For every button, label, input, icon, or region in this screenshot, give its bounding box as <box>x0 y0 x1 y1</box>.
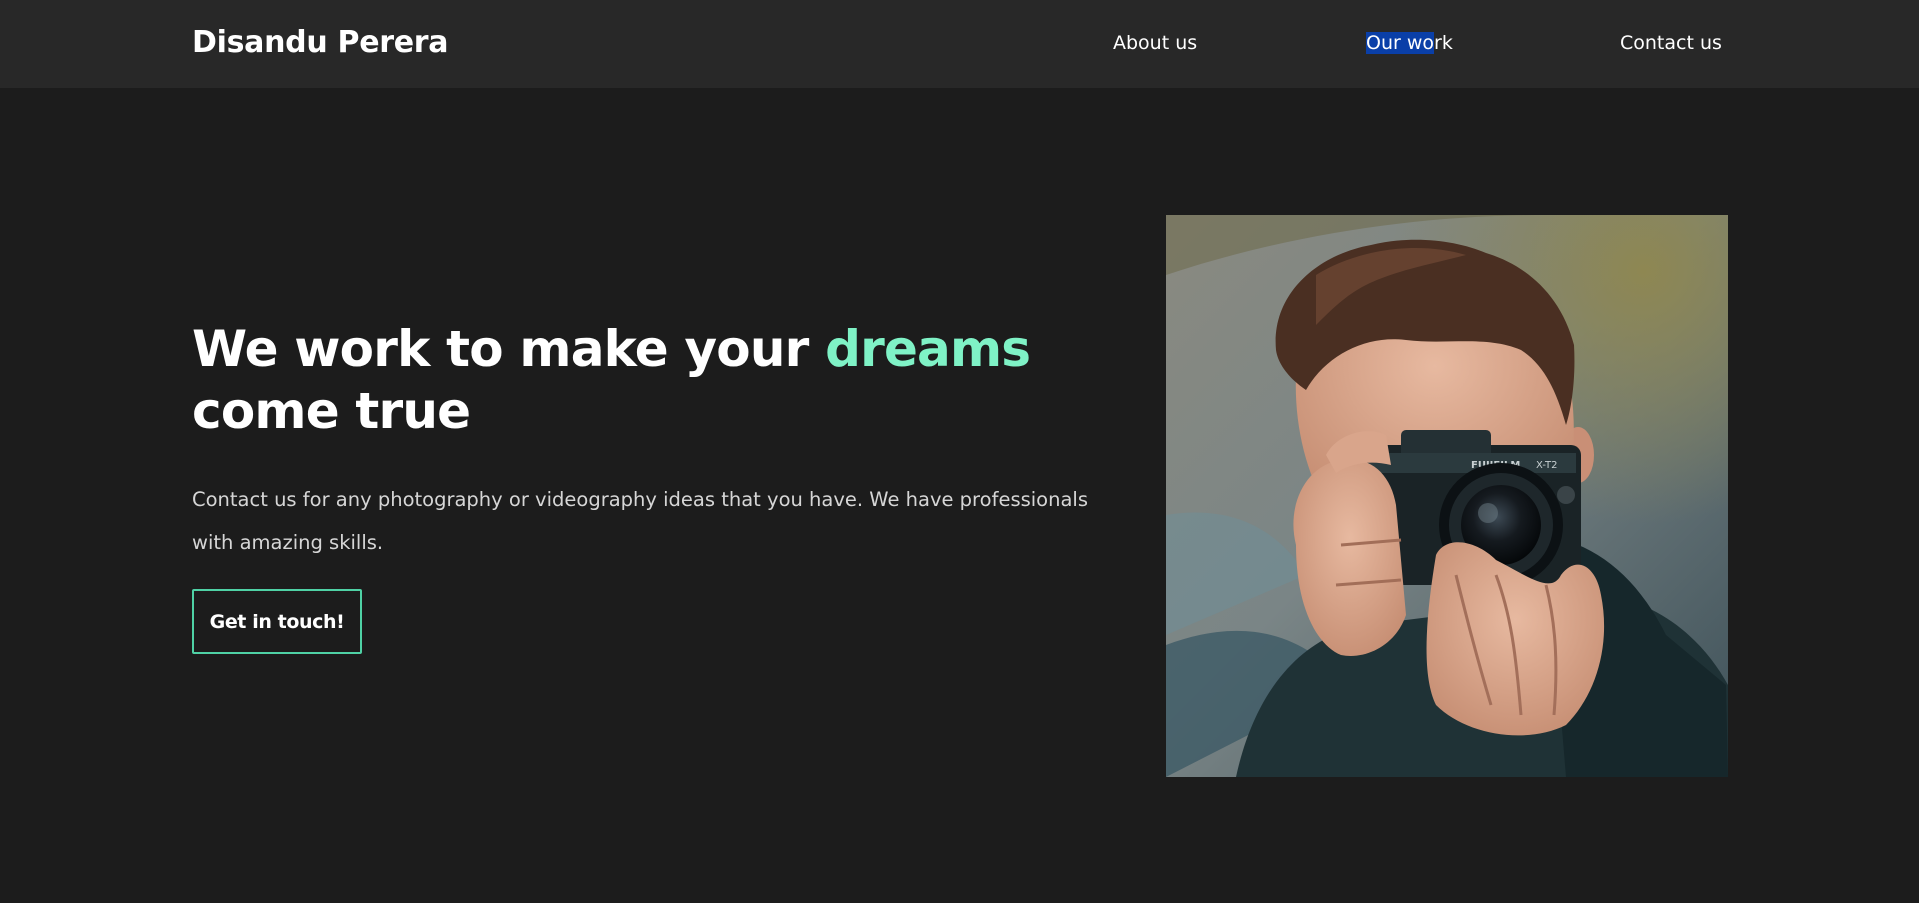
nav-contact-us[interactable]: Contact us <box>1620 32 1722 54</box>
get-in-touch-button[interactable]: Get in touch! <box>192 589 362 654</box>
brand-logo[interactable]: Disandu Perera <box>192 25 449 60</box>
nav-our-work-selected-text: Our wo <box>1366 32 1435 54</box>
photographer-image: FUJIFILM X-T2 <box>1166 215 1728 777</box>
hero-title-end: come true <box>192 382 471 440</box>
hero-description: Contact us for any photography or videog… <box>192 488 1088 554</box>
nav-our-work-text: rk <box>1434 32 1453 54</box>
navbar: Disandu Perera About us Our work Contact… <box>0 0 1919 88</box>
nav-our-work[interactable]: Our work <box>1366 32 1453 54</box>
hero-title: We work to make your dreams come true <box>192 318 1052 442</box>
hero-title-accent: dreams <box>825 320 1031 378</box>
camera-model-text: X-T2 <box>1536 460 1558 471</box>
hero-title-start: We work to make your <box>192 320 826 378</box>
nav-about-us[interactable]: About us <box>1113 32 1197 54</box>
